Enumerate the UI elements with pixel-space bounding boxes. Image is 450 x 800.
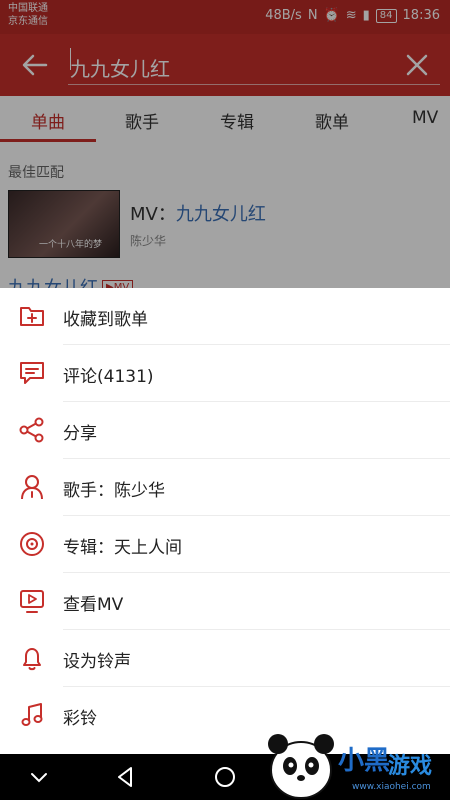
menu-item-share[interactable]: 分享	[0, 402, 450, 459]
comment-icon	[20, 362, 44, 384]
menu-item-view-mv[interactable]: 查看MV	[0, 573, 450, 630]
menu-label: 收藏到歌单	[63, 310, 148, 330]
menu-label: 查看MV	[63, 595, 124, 615]
folder-add-icon	[20, 307, 44, 326]
menu-label: 彩铃	[63, 709, 97, 729]
watermark-text-1: 小黑	[338, 746, 391, 776]
share-icon	[19, 417, 44, 443]
menu-label: 评论(4131)	[63, 367, 154, 387]
home-nav-icon[interactable]	[212, 764, 238, 790]
music-note-icon	[21, 703, 43, 726]
album-icon	[20, 532, 44, 556]
artist-icon	[21, 475, 43, 500]
modal-overlay[interactable]	[0, 0, 450, 288]
watermark-url: www.xiaohei.com	[352, 782, 431, 792]
menu-item-artist[interactable]: 歌手：陈少华	[0, 459, 450, 516]
back-nav-icon[interactable]	[112, 764, 138, 790]
bell-icon	[23, 648, 41, 671]
watermark-logo: 小黑 游戏 www.xiaohei.com	[260, 712, 450, 800]
menu-item-add-to-playlist[interactable]: 收藏到歌单	[0, 288, 450, 345]
mv-icon	[20, 590, 44, 613]
menu-item-album[interactable]: 专辑：天上人间	[0, 516, 450, 573]
menu-label: 专辑：天上人间	[63, 538, 182, 558]
menu-label: 设为铃声	[63, 652, 131, 672]
menu-label: 歌手：陈少华	[63, 481, 165, 501]
menu-item-set-ringtone[interactable]: 设为铃声	[0, 630, 450, 687]
hide-nav-icon[interactable]	[26, 764, 52, 790]
menu-label: 分享	[63, 424, 97, 444]
panda-icon	[268, 734, 334, 799]
action-sheet: 收藏到歌单 评论(4131) 分享 歌手：陈少华 专辑：天上人间 查看MV 设为…	[0, 288, 450, 754]
menu-item-comments[interactable]: 评论(4131)	[0, 345, 450, 402]
watermark-text-2: 游戏	[388, 754, 433, 779]
